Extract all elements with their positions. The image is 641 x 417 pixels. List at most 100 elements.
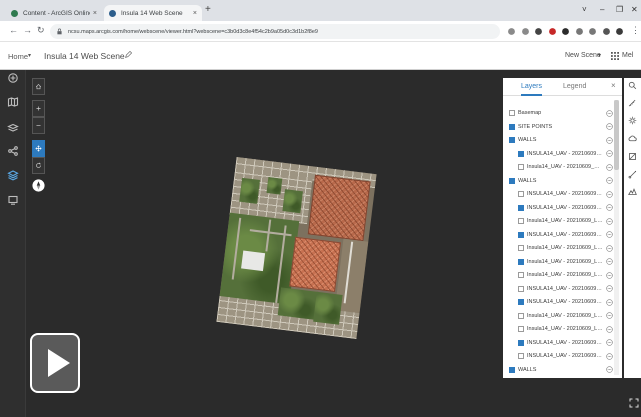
layer-item[interactable]: Insula14_UAV - 20210609_Layer6 [518,323,613,335]
layer-item[interactable]: INSULA14_UAV - 20210609_Mesh [518,337,613,349]
tab-layers[interactable]: Layers [521,82,543,96]
layer-item[interactable]: Insula14_UAV - 20210609_Layer3 [518,256,613,268]
color-extension-icon[interactable] [561,27,570,36]
layer-visibility-checkbox[interactable] [509,366,515,373]
layer-visibility-checkbox[interactable] [518,312,524,319]
tab-close-button[interactable]: × [193,10,197,17]
layer-visibility-checkbox[interactable] [518,326,524,332]
zoom-out-button[interactable] [32,117,45,134]
video-play-button[interactable] [30,333,80,393]
layer-options-icon[interactable] [606,312,613,319]
layer-options-icon[interactable] [606,244,613,252]
layer-visibility-checkbox[interactable] [509,177,515,184]
tab-search-button[interactable]: ˅ [582,5,587,15]
layer-item[interactable]: WALLS [509,134,613,146]
panel-close-button[interactable]: × [611,81,616,91]
home-view-button[interactable] [32,78,45,95]
daylight-button[interactable] [628,116,637,125]
scrollbar[interactable] [614,100,619,375]
layer-item[interactable]: WALLS [509,175,613,187]
browser-tab-content[interactable]: Content - ArcGIS Online × [6,5,102,21]
layer-options-icon[interactable] [606,325,613,333]
layer-visibility-checkbox[interactable] [518,164,524,170]
elevation-profile-button[interactable] [628,187,637,196]
pan-button[interactable] [32,140,45,157]
layer-item[interactable]: Insula14_UAV - 20210609_Layer2 [518,242,613,254]
layer-item[interactable]: WALLS [509,364,613,376]
layer-options-icon[interactable] [606,271,613,279]
layer-visibility-checkbox[interactable] [518,204,524,211]
measure-button[interactable] [628,99,637,108]
layer-visibility-checkbox[interactable] [509,137,515,143]
weather-button[interactable] [628,134,637,143]
line-of-sight-button[interactable] [628,170,637,179]
profile-avatar-icon[interactable] [615,27,624,36]
zoom-in-button[interactable] [32,100,45,117]
layer-options-icon[interactable] [606,339,613,346]
record-extension-icon[interactable] [548,27,557,36]
layer-options-icon[interactable] [606,163,613,171]
layer-item[interactable]: Basemap [509,107,613,119]
layers-button[interactable] [5,167,21,183]
aerial-mesh-layer[interactable] [216,157,377,339]
layer-options-icon[interactable] [606,123,613,130]
layer-item[interactable]: INSULA14_UAV - 20210609_Mesh [518,202,613,214]
layer-visibility-checkbox[interactable] [518,245,524,251]
slice-button[interactable] [628,152,637,161]
maximize-button[interactable]: ❐ [616,5,623,15]
url-bar[interactable]: ncsu.maps.arcgis.com/home/webscene/viewe… [50,24,500,39]
layer-visibility-checkbox[interactable] [518,218,524,224]
app-launcher-icon[interactable] [611,52,619,60]
layer-options-icon[interactable] [606,366,613,373]
reload-button[interactable]: ↻ [37,25,45,36]
layer-item[interactable]: SITE POINTS [509,121,613,133]
layer-options-icon[interactable] [606,150,613,157]
layer-item[interactable]: Insula14_UAV - 20210609_Mesh_1.06 [518,161,613,173]
browser-tab-web-scene[interactable]: Insula 14 Web Scene × [104,5,202,21]
scrollbar-thumb[interactable] [614,100,619,170]
layer-options-icon[interactable] [606,109,613,117]
layer-item[interactable]: INSULA14_UAV - 20210609_Mesh [518,229,613,241]
layer-options-icon[interactable] [606,136,613,144]
search-button[interactable] [628,81,637,90]
layer-item[interactable]: INSULA14_UAV - 20210609_Mesh [518,296,613,308]
slides-button[interactable] [5,192,21,208]
layer-item[interactable]: INSULA14_UAV - 20210609_Mesh [518,148,613,160]
basemap-button[interactable] [5,94,21,110]
layer-options-icon[interactable] [606,177,613,184]
compass-button[interactable] [32,179,45,192]
browser-menu-button[interactable]: ⋮ [631,25,640,36]
layer-options-icon[interactable] [606,258,613,265]
tab-close-button[interactable]: × [93,10,97,17]
lock-icon[interactable] [56,28,63,35]
layer-visibility-checkbox[interactable] [518,191,524,197]
layer-item[interactable]: INSULA14_UAV - 20210609_Mesh [518,350,613,362]
layer-visibility-checkbox[interactable] [509,110,515,116]
layer-visibility-checkbox[interactable] [518,285,524,292]
layer-item[interactable]: INSULA14_UAV - 20210609_Mesh [518,188,613,200]
new-tab-button[interactable]: + [205,5,211,15]
tab-legend[interactable]: Legend [563,82,586,92]
add-layers-button[interactable] [5,70,21,86]
new-scene-button[interactable]: New Scene [565,52,601,59]
shield-extension-icon[interactable] [534,27,543,36]
home-menu[interactable]: Home [8,52,28,61]
chevron-down-icon[interactable]: ▾ [598,52,601,59]
bookmark-star-icon[interactable] [521,27,530,36]
layer-item[interactable]: INSULA14_UAV - 20210609_Mesh [518,283,613,295]
layer-visibility-checkbox[interactable] [518,258,524,265]
layer-visibility-checkbox[interactable] [518,353,524,359]
layer-options-icon[interactable] [606,190,613,198]
layer-visibility-checkbox[interactable] [518,339,524,346]
close-window-button[interactable]: ✕ [631,5,638,15]
layer-options-icon[interactable] [606,285,613,292]
install-app-icon[interactable] [507,27,516,36]
layer-options-icon[interactable] [606,204,613,211]
share-extension-icon[interactable] [575,27,584,36]
share-button[interactable] [5,143,21,159]
layer-visibility-checkbox[interactable] [518,150,524,157]
rotate-button[interactable] [32,157,45,174]
user-menu[interactable]: Mel [622,52,633,59]
chevron-down-icon[interactable]: ▾ [28,52,31,59]
back-button[interactable]: ← [9,25,18,36]
